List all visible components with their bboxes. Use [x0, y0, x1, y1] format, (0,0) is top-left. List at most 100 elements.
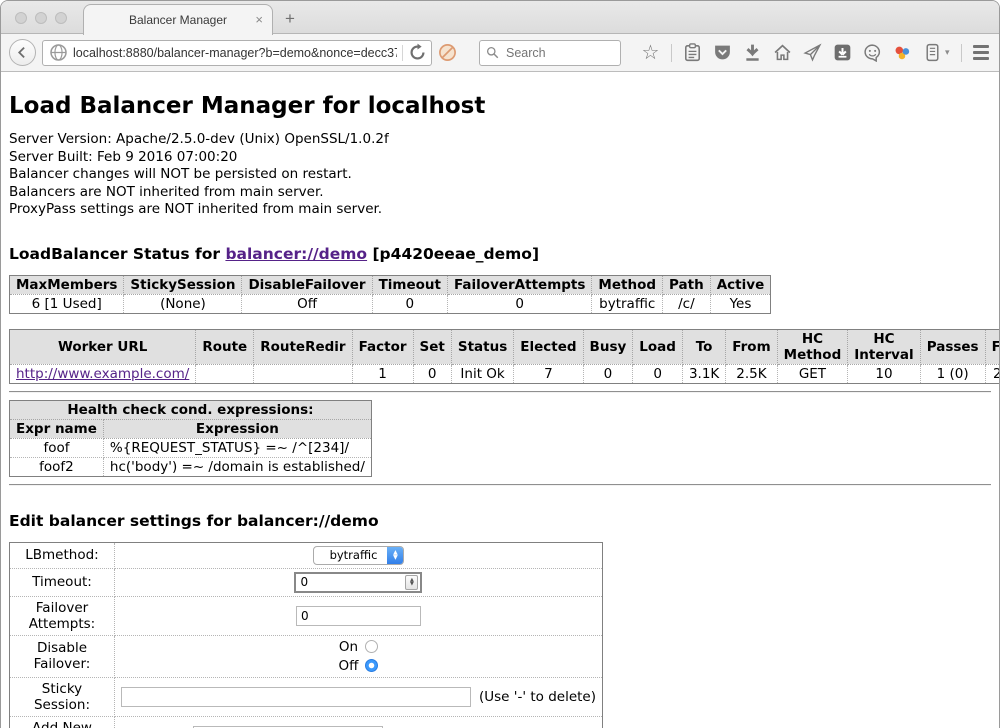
on-label: On	[339, 639, 358, 655]
zoom-window-button[interactable]	[55, 12, 67, 24]
health-table-title: Health check cond. expressions:	[10, 400, 372, 419]
table-title-row: Health check cond. expressions:	[10, 400, 372, 419]
select-stepper-icon: ▲▼	[387, 546, 403, 565]
url-bar[interactable]: localhost:8880/balancer-manager?b=demo&n…	[42, 40, 432, 66]
close-window-button[interactable]	[15, 12, 27, 24]
timeout-label: Timeout:	[10, 568, 115, 596]
col-method: Method	[592, 275, 663, 294]
lbmethod-select[interactable]: bytraffic ▲▼	[313, 546, 405, 565]
col-elected: Elected	[514, 329, 583, 364]
failover-off-radio[interactable]	[365, 659, 378, 672]
home-icon[interactable]	[773, 43, 792, 62]
urlbar-divider	[402, 45, 403, 61]
col-failoverattempts: FailoverAttempts	[448, 275, 592, 294]
table-header-row: Worker URL Route RouteRedir Factor Set S…	[10, 329, 1000, 364]
status-heading: LoadBalancer Status for balancer://demo …	[9, 245, 991, 263]
cell-stickysession: (None)	[124, 294, 242, 313]
failover-on-radio[interactable]	[365, 640, 378, 653]
menu-hamburger-icon[interactable]	[973, 45, 989, 60]
notice-balancers: Balancers are NOT inherited from main se…	[9, 184, 991, 202]
edit-settings-heading: Edit balancer settings for balancer://de…	[9, 512, 991, 530]
balancer-status-table: MaxMembers StickySession DisableFailover…	[9, 275, 771, 314]
cell-set: 0	[413, 364, 451, 383]
sticky-session-hint: (Use '-' to delete)	[479, 689, 596, 705]
colored-dots-icon[interactable]	[893, 43, 912, 62]
worker-status-table: Worker URL Route RouteRedir Factor Set S…	[9, 329, 1000, 384]
back-button[interactable]	[9, 39, 36, 66]
cell-expression: %{REQUEST_STATUS} =~ /^[234]/	[103, 438, 371, 457]
col-path: Path	[663, 275, 711, 294]
cell-from: 2.5K	[726, 364, 777, 383]
tab-balancer-manager[interactable]: Balancer Manager ×	[83, 4, 273, 35]
toolbar-separator	[961, 44, 962, 62]
tab-bar: Balancer Manager × +	[1, 1, 999, 34]
spinner-icon[interactable]: ▲▼	[405, 575, 418, 590]
cell-busy: 0	[583, 364, 633, 383]
globe-icon	[49, 43, 68, 62]
navigation-toolbar: localhost:8880/balancer-manager?b=demo&n…	[1, 34, 999, 72]
browser-window: Balancer Manager × + localhost:8880/bala…	[0, 0, 1000, 728]
minimize-window-button[interactable]	[35, 12, 47, 24]
page-title: Load Balancer Manager for localhost	[9, 93, 991, 119]
send-plane-icon[interactable]	[803, 43, 822, 62]
col-route: Route	[196, 329, 254, 364]
edit-balancer-form: LBmethod: bytraffic ▲▼ Timeout: 0 ▲▼	[9, 542, 603, 728]
col-busy: Busy	[583, 329, 633, 364]
sticky-session-input[interactable]	[121, 687, 471, 707]
cell-elected: 7	[514, 364, 583, 383]
table-row: foof %{REQUEST_STATUS} =~ /^[234]/	[10, 438, 372, 457]
reload-icon[interactable]	[408, 43, 427, 62]
tab-close-icon[interactable]: ×	[255, 12, 263, 27]
col-stickysession: StickySession	[124, 275, 242, 294]
downloads-icon[interactable]	[743, 43, 762, 62]
form-row-lbmethod: LBmethod: bytraffic ▲▼	[10, 542, 603, 568]
cell-expr-name: foof	[10, 438, 104, 457]
health-check-table: Health check cond. expressions: Expr nam…	[9, 400, 372, 477]
col-hc-interval: HC Interval	[848, 329, 920, 364]
status-heading-prefix: LoadBalancer Status for	[9, 245, 225, 263]
col-timeout: Timeout	[372, 275, 447, 294]
col-to: To	[682, 329, 725, 364]
col-hc-method: HC Method	[777, 329, 848, 364]
status-heading-suffix: [p4420eeae_demo]	[367, 245, 539, 263]
dropdown-caret-icon[interactable]: ▾	[945, 47, 950, 58]
failover-attempts-input[interactable]	[296, 606, 421, 626]
col-passes: Passes	[920, 329, 985, 364]
cell-hc-interval: 10	[848, 364, 920, 383]
section-divider	[9, 484, 991, 486]
timeout-value: 0	[300, 575, 308, 589]
cell-hc-method: GET	[777, 364, 848, 383]
cell-load: 0	[633, 364, 683, 383]
new-tab-button[interactable]: +	[285, 9, 295, 29]
form-row-timeout: Timeout: 0 ▲▼	[10, 568, 603, 596]
search-bar[interactable]	[479, 40, 621, 66]
disable-failover-label: Disable Failover:	[10, 635, 115, 677]
cell-expr-name: foof2	[10, 457, 104, 476]
col-expression: Expression	[103, 419, 371, 438]
window-controls	[15, 12, 67, 24]
url-text[interactable]: localhost:8880/balancer-manager?b=demo&n…	[73, 46, 397, 60]
col-factor: Factor	[352, 329, 413, 364]
battery-panel-icon[interactable]	[923, 43, 942, 62]
hello-smiley-icon[interactable]	[863, 43, 882, 62]
cell-status: Init Ok	[451, 364, 513, 383]
pocket-icon[interactable]	[713, 43, 732, 62]
save-download-square-icon[interactable]	[833, 43, 852, 62]
col-worker-url: Worker URL	[10, 329, 196, 364]
bookmark-star-icon[interactable]: ☆	[641, 43, 660, 62]
table-header-row: Expr name Expression	[10, 419, 372, 438]
cell-expression: hc('body') =~ /domain is established/	[103, 457, 371, 476]
balancer-demo-link[interactable]: balancer://demo	[225, 245, 367, 263]
timeout-input[interactable]: 0 ▲▼	[294, 572, 422, 593]
add-worker-label: Add New Worker:	[10, 716, 115, 728]
cell-method: bytraffic	[592, 294, 663, 313]
sticky-session-label: Sticky Session:	[10, 677, 115, 716]
back-arrow-icon	[16, 46, 29, 59]
worker-url-link[interactable]: http://www.example.com/	[16, 366, 189, 382]
block-content-icon[interactable]	[438, 43, 457, 62]
col-status: Status	[451, 329, 513, 364]
search-input[interactable]	[504, 45, 604, 61]
cell-passes: 1 (0)	[920, 364, 985, 383]
off-label: Off	[339, 658, 359, 674]
bookmarks-clipboard-icon[interactable]	[683, 43, 702, 62]
